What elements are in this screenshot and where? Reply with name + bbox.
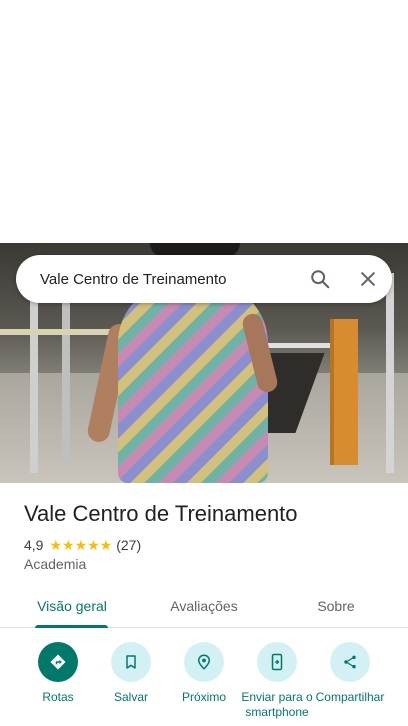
share-icon — [330, 642, 370, 682]
place-title: Vale Centro de Treinamento — [24, 501, 298, 526]
photo-rack — [386, 273, 394, 473]
photo-person — [118, 283, 268, 483]
save-button[interactable]: Salvar — [94, 642, 168, 720]
nearby-icon — [184, 642, 224, 682]
nearby-button[interactable]: Próximo — [167, 642, 241, 720]
tab-overview[interactable]: Visão geral — [22, 583, 122, 628]
search-icon[interactable] — [296, 255, 344, 303]
share-button[interactable]: Compartilhar — [313, 642, 387, 720]
send-to-phone-button[interactable]: Enviar para o smartphone — [240, 642, 314, 720]
place-category[interactable]: Academia — [24, 556, 86, 572]
tab-reviews[interactable]: Avaliações — [152, 583, 256, 628]
close-icon[interactable] — [344, 255, 392, 303]
directions-icon — [38, 642, 78, 682]
rating-row[interactable]: 4,9 ★★★★★ (27) — [24, 536, 141, 554]
review-count: (27) — [116, 537, 142, 553]
photo-rack — [30, 283, 38, 473]
action-label: Enviar para o smartphone — [241, 690, 313, 719]
bookmark-icon — [111, 642, 151, 682]
action-label: Salvar — [113, 690, 148, 704]
send-to-phone-icon — [257, 642, 297, 682]
rating-value: 4,9 — [24, 537, 44, 553]
active-tab-indicator — [35, 625, 108, 628]
photo-pillar — [330, 319, 358, 465]
action-label: Rotas — [42, 690, 74, 704]
search-input[interactable]: Vale Centro de Treinamento — [40, 271, 296, 288]
directions-button[interactable]: Rotas — [21, 642, 95, 720]
action-label: Compartilhar — [315, 690, 385, 704]
tab-about[interactable]: Sobre — [300, 583, 372, 628]
map-blank-area — [0, 0, 408, 243]
search-bar[interactable]: Vale Centro de Treinamento — [16, 255, 392, 303]
action-label: Próximo — [181, 690, 226, 704]
tab-bar: Visão geral Avaliações Sobre — [0, 583, 408, 628]
star-rating-icon: ★★★★★ — [49, 536, 113, 553]
photo-rack — [62, 293, 70, 463]
